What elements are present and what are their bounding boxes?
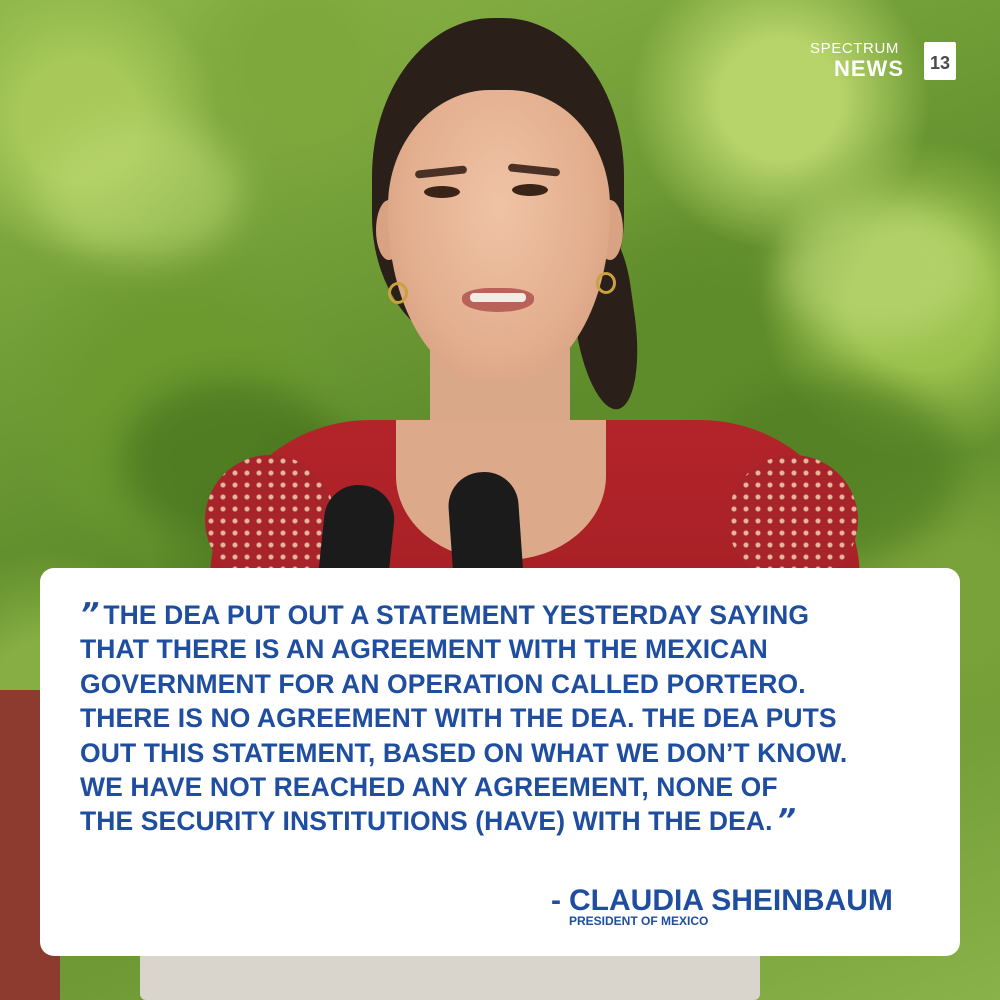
earring-left: [388, 282, 408, 304]
eye-left: [424, 186, 460, 198]
quote-card: ” THE DEA PUT OUT A STATEMENT YESTERDAY S…: [40, 568, 960, 956]
quote-line: OUT THIS STATEMENT, BASED ON WHAT WE DON…: [80, 737, 848, 768]
news-quote-graphic: SPECTRUM NEWS 13 ” THE DEA PUT OUT A STAT…: [0, 0, 1000, 1000]
quote-line: WE HAVE NOT REACHED ANY AGREEMENT, NONE …: [80, 772, 778, 803]
attribution: - CLAUDIA SHEINBAUM PRESIDENT OF MEXICO: [551, 884, 916, 928]
quote-line: THE DEA PUT OUT A STATEMENT YESTERDAY SA…: [103, 600, 810, 630]
open-quote-mark: ”: [80, 597, 99, 632]
speaker-name: CLAUDIA SHEINBAUM: [569, 884, 893, 917]
logo-line-2: NEWS: [834, 56, 904, 81]
earring-right: [596, 272, 616, 294]
spectrum-news-logo: SPECTRUM NEWS 13: [808, 40, 958, 82]
quote-line: GOVERNMENT FOR AN OPERATION CALLED PORTE…: [80, 668, 806, 699]
foliage-highlight: [40, 120, 240, 260]
podium-base: [140, 950, 760, 1000]
attribution-dash: -: [551, 884, 561, 917]
eye-right: [512, 184, 548, 196]
speaker-name-row: - CLAUDIA SHEINBAUM: [551, 884, 916, 918]
quote-line: THERE IS NO AGREEMENT WITH THE DEA. THE …: [80, 703, 837, 734]
teeth: [470, 293, 526, 302]
quote-text: ” THE DEA PUT OUT A STATEMENT YESTERDAY S…: [80, 597, 940, 839]
quote-line: THE SECURITY INSTITUTIONS (HAVE) WITH TH…: [80, 806, 773, 837]
close-quote-mark: ”: [776, 803, 796, 839]
logo-line-1: SPECTRUM: [810, 40, 899, 57]
lace-sleeve-right: [728, 455, 858, 585]
quote-line: THAT THERE IS AN AGREEMENT WITH THE MEXI…: [80, 634, 768, 665]
face: [388, 90, 610, 380]
lace-sleeve-left: [205, 455, 335, 585]
channel-badge: 13: [924, 42, 956, 80]
foliage-highlight: [780, 200, 980, 340]
